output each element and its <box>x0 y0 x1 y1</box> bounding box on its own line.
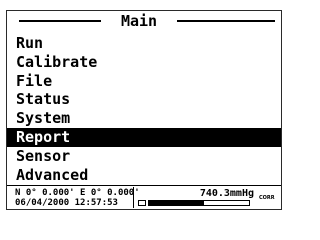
menu-item-advanced[interactable]: Advanced <box>7 166 281 185</box>
battery-level-fill <box>149 201 204 205</box>
device-screen: Main Run Calibrate File Status System Re… <box>6 10 282 210</box>
status-bar: N 0° 0.000' E 0° 0.000' 06/04/2000 12:57… <box>7 186 281 210</box>
menu-item-system[interactable]: System <box>7 109 281 128</box>
menu-item-calibrate[interactable]: Calibrate <box>7 53 281 72</box>
main-menu: Run Calibrate File Status System Report … <box>7 34 281 184</box>
menu-item-file[interactable]: File <box>7 72 281 91</box>
barometric-pressure: 740.3mmHg <box>199 188 254 199</box>
title-rule-left <box>19 20 101 22</box>
screen-title: Main <box>120 12 158 30</box>
menu-item-status[interactable]: Status <box>7 90 281 109</box>
menu-item-report[interactable]: Report <box>7 127 281 147</box>
title-rule-right <box>177 20 275 22</box>
title-bar: Main <box>7 11 281 33</box>
gps-coordinates: N 0° 0.000' E 0° 0.000' <box>15 188 140 198</box>
menu-item-sensor[interactable]: Sensor <box>7 147 281 166</box>
menu-item-run[interactable]: Run <box>7 34 281 53</box>
battery-level-bar <box>148 200 250 206</box>
pressure-panel: 740.3mmHg <box>133 187 258 208</box>
date-time: 06/04/2000 12:57:53 <box>15 198 118 208</box>
corr-label: CORR <box>259 195 275 201</box>
battery-icon <box>138 200 146 206</box>
